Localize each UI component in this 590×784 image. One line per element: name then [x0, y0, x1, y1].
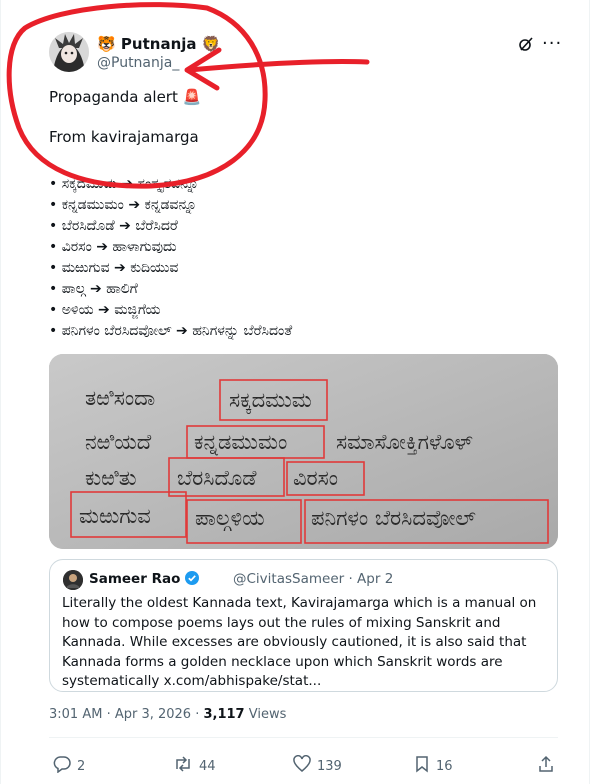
views-count: 3,117	[203, 707, 245, 722]
photo-word: ಬೆರಸಿದೊಡೆ	[177, 466, 257, 490]
repost-button[interactable]: 44	[173, 755, 216, 777]
photo-word: ವಿರಸಂ	[293, 466, 339, 490]
divider	[49, 737, 558, 738]
photo-word: ತಱಿಸಂದಾ	[85, 386, 156, 410]
repost-icon	[173, 755, 193, 777]
photo-word: ಪನಿಗಳಂ ಬೆರಸಿದವೋಲ್	[311, 506, 476, 530]
heart-icon	[293, 755, 311, 777]
photo-word: ಸಮಾಸೋಕ್ತಿಗಳೊಳ್	[336, 430, 473, 454]
tweet-card: 🐯 Putnanja 🦁 @Putnanja_ ··· Propaganda a…	[0, 0, 590, 784]
reply-button[interactable]: 2	[53, 755, 85, 777]
share-icon	[537, 755, 555, 777]
tweet-photo[interactable]: ತಱಿಸಂದಾ ಸಕ್ಕದಮುಮ ನಱಿಯದೆ ಕನ್ನಡಮುಮಂ ಸಮಾಸೋಕ…	[49, 354, 558, 549]
photo-word: ಮಱುಗುವ	[79, 504, 151, 528]
share-button[interactable]	[537, 755, 555, 777]
photo-word: ಕನ್ನಡಮುಮಂ	[194, 430, 288, 454]
photo-word: ಪಾಲ್ಗಳಿಯ	[195, 506, 265, 530]
tweet-timestamp-views: 3:01 AM · Apr 3, 2026 · 3,117 Views	[49, 707, 286, 722]
annotation-circle	[6, 2, 268, 189]
repost-count: 44	[199, 758, 216, 774]
red-annotation-overlay	[6, 2, 370, 189]
like-button[interactable]: 139	[293, 755, 342, 777]
annotation-arrow-shaft	[186, 58, 370, 73]
views-label: Views	[244, 707, 287, 722]
reply-icon	[53, 755, 71, 777]
quote-author-name[interactable]: Sameer Rao	[89, 571, 200, 589]
bookmark-icon	[414, 755, 430, 777]
photo-word: ಸಕ್ಕದಮುಮ	[229, 388, 312, 412]
quote-avatar[interactable]	[63, 570, 83, 590]
tweet-timestamp[interactable]: 3:01 AM · Apr 3, 2026 ·	[49, 707, 203, 722]
reply-count: 2	[77, 758, 86, 774]
quote-handle-date: @CivitasSameer · Apr 2	[233, 571, 394, 587]
bookmark-count: 16	[436, 758, 453, 774]
verified-badge-icon	[185, 571, 200, 589]
photo-word: ನಱಿಯದೆ	[85, 430, 152, 454]
photo-word: ಕುಱಿತು	[85, 466, 137, 490]
quoted-tweet[interactable]: Sameer Rao @CivitasSameer · Apr 2 Litera…	[49, 559, 558, 692]
quote-body: Literally the oldest Kannada text, Kavir…	[62, 595, 537, 689]
like-count: 139	[317, 758, 342, 774]
bookmark-button[interactable]: 16	[414, 755, 453, 777]
